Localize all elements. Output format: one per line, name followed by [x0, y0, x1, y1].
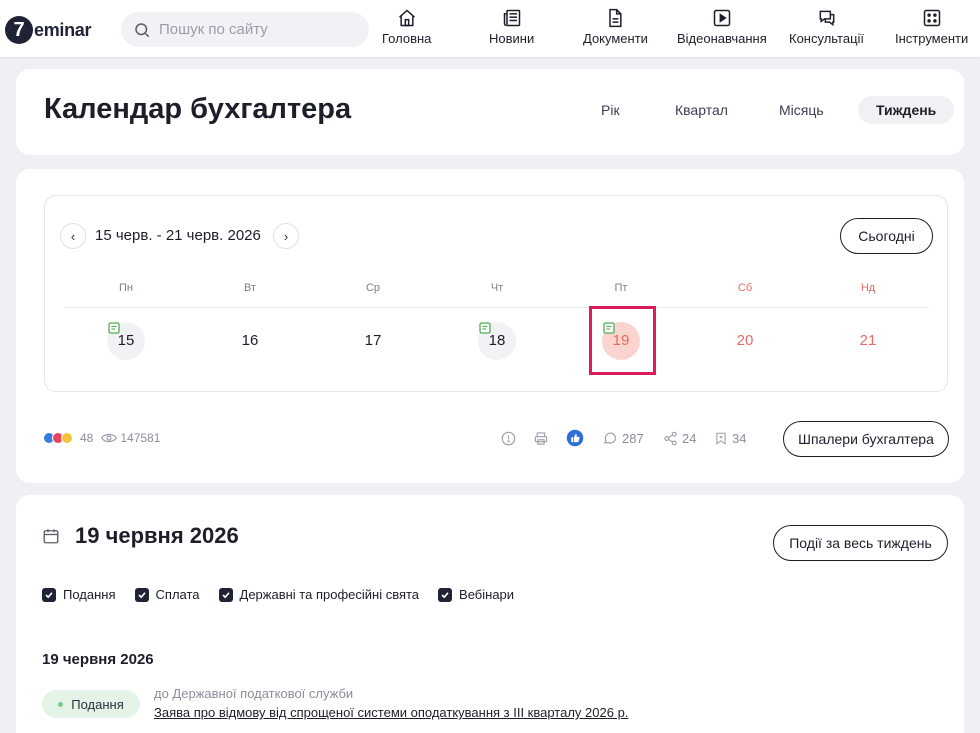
weekday-fri: Пт: [614, 282, 628, 294]
weekday-sat: Сб: [737, 282, 753, 294]
comments-stat[interactable]: 287: [602, 431, 644, 446]
logo-mark: 7: [5, 16, 33, 44]
filter-payment[interactable]: Сплата: [134, 587, 200, 602]
nav-home[interactable]: Головна: [382, 8, 431, 46]
event-type-label: Подання: [71, 696, 124, 712]
filter-submission-label: Подання: [63, 587, 116, 602]
week-events-button[interactable]: Події за весь тиждень: [773, 525, 948, 561]
filter-holidays-label: Державні та професійні свята: [239, 587, 420, 602]
nav-video[interactable]: Відеонавчання: [677, 8, 767, 46]
shares-count: 24: [682, 431, 697, 446]
chat-icon: [819, 10, 834, 27]
wow-reaction-icon: [61, 432, 73, 444]
search-box[interactable]: [121, 12, 369, 47]
filter-webinars-label: Вебінари: [459, 587, 515, 602]
filter-holidays[interactable]: Державні та професійні свята: [218, 587, 420, 602]
selected-day-highlight: [589, 306, 656, 375]
nav-documents[interactable]: Документи: [583, 8, 648, 46]
reactions-count: 48: [80, 431, 94, 445]
tab-quarter[interactable]: Квартал: [657, 96, 746, 124]
site-logo[interactable]: 7 eminar: [5, 16, 92, 44]
nav-news-label: Новини: [489, 31, 535, 46]
calendar-icon: [43, 529, 59, 544]
events-date-heading: 19 червня 2026: [42, 651, 154, 668]
weekday-wed: Ср: [365, 282, 381, 294]
tools-icon: [923, 9, 940, 27]
event-note-icon: [108, 322, 120, 334]
today-button[interactable]: Сьогодні: [840, 218, 933, 254]
weekday-tue: Вт: [243, 282, 256, 294]
wallpaper-button[interactable]: Шпалери бухгалтера: [783, 421, 949, 457]
report-icon[interactable]: [501, 431, 516, 446]
week-range: 15 черв. - 21 черв. 2026: [95, 227, 261, 244]
event-note-icon: [479, 322, 491, 334]
search-icon: [135, 22, 150, 37]
event-filters: Подання Сплата Державні та професійні св…: [42, 587, 533, 602]
saves-count: 34: [732, 431, 747, 446]
filter-webinars[interactable]: Вебінари: [438, 587, 514, 602]
nav-consultations-label: Консультації: [789, 31, 865, 46]
next-week-button[interactable]: ›: [273, 223, 299, 249]
nav-documents-label: Документи: [583, 31, 648, 46]
day-20[interactable]: 20: [726, 322, 764, 360]
nav-consultations[interactable]: Консультації: [789, 8, 864, 46]
day-21[interactable]: 21: [849, 322, 887, 360]
saves-stat[interactable]: 34: [714, 431, 746, 446]
print-icon[interactable]: [533, 431, 549, 446]
page-title: Календар бухгалтера: [44, 93, 352, 125]
filter-submission[interactable]: Подання: [42, 587, 116, 602]
comment-icon: [604, 432, 616, 444]
checkbox-checked-icon[interactable]: [134, 587, 149, 602]
status-dot-icon: [58, 701, 64, 707]
day-16[interactable]: 16: [231, 322, 269, 360]
home-icon: [398, 9, 415, 27]
logo-text: eminar: [34, 19, 92, 40]
event-source: до Державної податкової служби: [154, 686, 354, 701]
title-card: Календар бухгалтера Рік Квартал Місяць Т…: [16, 69, 964, 155]
like-button-icon[interactable]: [566, 429, 584, 447]
nav-home-label: Головна: [382, 31, 432, 46]
nav-news[interactable]: Новини: [489, 8, 534, 46]
nav-tools-label: Інструменти: [895, 31, 969, 46]
calendar-card: ‹ 15 черв. - 21 черв. 2026 › Сьогодні Пн…: [16, 169, 964, 483]
bookmark-add-icon: [716, 432, 726, 445]
tab-year[interactable]: Рік: [583, 96, 638, 124]
document-icon: [609, 8, 623, 28]
reactions[interactable]: [43, 432, 73, 444]
tab-month[interactable]: Місяць: [761, 96, 842, 124]
week-calendar: ‹ 15 черв. - 21 черв. 2026 › Сьогодні Пн…: [44, 195, 948, 392]
event-type-badge: Подання: [42, 690, 140, 718]
checkbox-checked-icon[interactable]: [42, 587, 56, 602]
checkbox-checked-icon[interactable]: [438, 587, 453, 602]
day-17[interactable]: 17: [354, 322, 392, 360]
search-input[interactable]: [159, 21, 349, 38]
weekday-sun: Нд: [860, 282, 876, 294]
views-count: 147581: [120, 431, 161, 445]
comments-count: 287: [622, 431, 644, 446]
prev-week-button[interactable]: ‹: [60, 223, 86, 249]
filter-payment-label: Сплата: [155, 587, 200, 602]
site-header: 7 eminar Головна Новини Документи Відеон…: [0, 0, 980, 57]
weekday-mon: Пн: [119, 282, 133, 294]
eye-icon: [101, 433, 118, 443]
video-icon: [713, 9, 731, 27]
checkbox-checked-icon[interactable]: [218, 587, 233, 602]
engagement-stats: 48 147581: [43, 431, 160, 445]
shares-stat[interactable]: 24: [663, 431, 696, 446]
day-detail-card: 19 червня 2026 Події за весь тиждень Под…: [16, 495, 964, 733]
weekday-divider: [65, 307, 929, 308]
nav-tools[interactable]: Інструменти: [895, 8, 968, 46]
selected-date-title: 19 червня 2026: [75, 523, 239, 548]
tab-week[interactable]: Тиждень: [858, 96, 955, 124]
nav-video-label: Відеонавчання: [677, 31, 767, 46]
weekday-thu: Чт: [490, 282, 504, 294]
event-title-link[interactable]: Заява про відмову від спрощеної системи …: [154, 705, 628, 720]
share-icon: [664, 431, 677, 446]
news-icon: [503, 9, 520, 27]
